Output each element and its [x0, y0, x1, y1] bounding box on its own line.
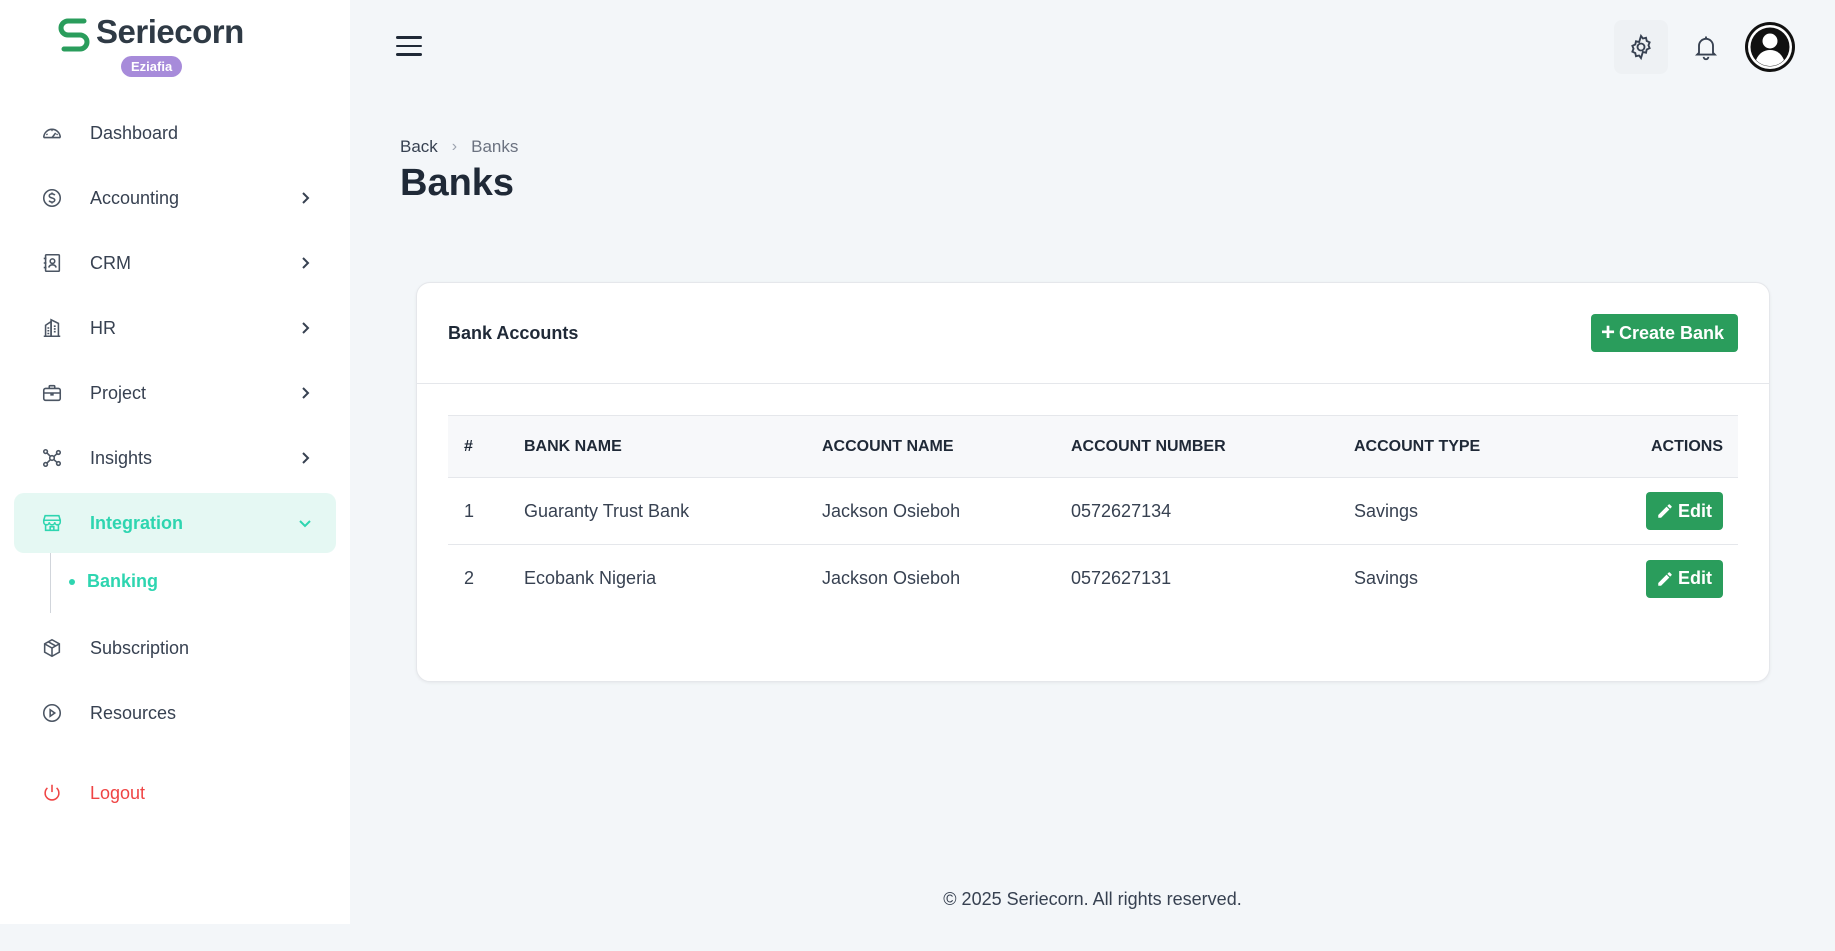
account-name-cell: Jackson Osieboh — [822, 500, 961, 521]
sidebar-item-subscription[interactable]: Subscription — [14, 618, 336, 678]
sidebar-item-crm[interactable]: CRM — [14, 233, 336, 293]
card-header: Bank Accounts + Create Bank — [417, 283, 1769, 384]
sidebar-item-accounting[interactable]: Accounting — [14, 168, 336, 228]
page-title: Banks — [400, 162, 515, 204]
chevron-right-icon — [298, 386, 312, 400]
chevron-right-icon — [298, 321, 312, 335]
sidebar: Seriecorn Eziafia Dashboard Accounting C… — [0, 0, 350, 924]
column-header: # — [464, 437, 473, 455]
logout-label: Logout — [90, 782, 146, 803]
column-header: ACCOUNT TYPE — [1354, 437, 1481, 455]
column-header: ACCOUNT NAME — [822, 437, 954, 455]
sidebar-item-insights[interactable]: Insights — [14, 428, 336, 488]
edit-button[interactable]: Edit — [1646, 492, 1723, 530]
account-type-cell: Savings — [1354, 568, 1419, 588]
column-header: ACTIONS — [1651, 437, 1723, 455]
gear-icon — [1631, 33, 1651, 61]
store-icon — [40, 511, 64, 535]
sidebar-item-resources[interactable]: Resources — [14, 683, 336, 743]
sidebar-item-label: HR — [90, 317, 116, 338]
gauge-icon — [40, 121, 64, 145]
briefcase-icon — [40, 381, 64, 405]
logout-button[interactable]: Logout — [14, 763, 336, 823]
account-number-cell: 0572627131 — [1071, 568, 1172, 588]
brand-name: Seriecorn — [96, 13, 244, 50]
table-row: 1 Guaranty Trust Bank Jackson Osieboh 05… — [448, 478, 1738, 545]
actions-cell: Edit — [1554, 492, 1738, 530]
pencil-icon — [1658, 504, 1672, 518]
power-icon — [40, 781, 64, 805]
sidebar-item-label: Project — [90, 382, 147, 403]
sidebar-item-label: Subscription — [90, 637, 190, 658]
card-title: Bank Accounts — [448, 322, 579, 343]
table-header-row: # BANK NAME ACCOUNT NAME ACCOUNT NUMBER … — [448, 416, 1738, 478]
row-number: 2 — [464, 568, 475, 588]
account-type-cell: Savings — [1354, 500, 1419, 521]
chevron-right-icon — [298, 451, 312, 465]
settings-button[interactable] — [1614, 20, 1668, 74]
play-circle-icon — [40, 701, 64, 725]
table-row: 2 Ecobank Nigeria Jackson Osieboh 057262… — [448, 545, 1738, 612]
sidebar-item-label: Resources — [90, 702, 177, 723]
breadcrumb-back-link[interactable]: Back — [400, 137, 438, 157]
chevron-right-icon: › — [451, 138, 458, 155]
bell-icon — [1694, 36, 1718, 61]
brand-logo[interactable]: Seriecorn — [54, 12, 244, 52]
edit-label: Edit — [1678, 568, 1712, 588]
actions-cell: Edit — [1554, 559, 1738, 598]
chevron-right-icon — [298, 191, 312, 205]
row-number: 1 — [464, 500, 475, 521]
package-icon — [40, 636, 64, 660]
breadcrumb: Back › Banks — [400, 137, 518, 157]
hamburger-icon[interactable] — [396, 36, 422, 58]
sidebar-item-dashboard[interactable]: Dashboard — [14, 103, 336, 163]
org-badge: Eziafia — [121, 56, 183, 77]
sidebar-item-label: Insights — [90, 447, 153, 468]
dollar-circle-icon — [40, 186, 64, 210]
footer-copyright: © 2025 Seriecorn. All rights reserved. — [943, 889, 1242, 909]
column-header: ACCOUNT NUMBER — [1071, 437, 1226, 455]
sidebar-item-label: Integration — [90, 512, 183, 533]
column-header: BANK NAME — [524, 437, 622, 455]
create-bank-label: Create Bank — [1618, 322, 1724, 343]
sidebar-nav: Dashboard Accounting CRM HR Project Insi… — [14, 103, 336, 828]
sidebar-subitem-banking[interactable]: Banking — [69, 571, 158, 592]
sidebar-item-label: Dashboard — [90, 122, 179, 143]
chevron-right-icon — [298, 256, 312, 270]
plus-icon: + — [1600, 319, 1615, 346]
sidebar-item-integration[interactable]: Integration — [14, 493, 336, 553]
sidebar-item-label: Accounting — [90, 187, 180, 208]
pencil-icon — [1658, 571, 1672, 586]
contact-book-icon — [40, 251, 64, 275]
seriecorn-logo-icon — [58, 18, 90, 52]
edit-label: Edit — [1678, 500, 1712, 521]
bank-accounts-card: Bank Accounts + Create Bank # BANK NAME … — [416, 282, 1770, 682]
bank-name-cell: Ecobank Nigeria — [524, 568, 657, 588]
user-avatar-icon[interactable] — [1745, 22, 1795, 72]
topbar-actions — [1603, 20, 1795, 74]
sidebar-subitem-label: Banking — [87, 571, 159, 591]
create-bank-button[interactable]: + Create Bank — [1590, 314, 1738, 352]
chevron-down-icon — [298, 516, 312, 530]
active-dot-icon — [69, 578, 75, 585]
account-number-cell: 0572627134 — [1071, 500, 1172, 521]
banks-table: # BANK NAME ACCOUNT NAME ACCOUNT NUMBER … — [448, 415, 1738, 612]
breadcrumb-current: Banks — [471, 137, 519, 156]
sidebar-item-hr[interactable]: HR — [14, 298, 336, 358]
edit-button[interactable]: Edit — [1646, 559, 1723, 598]
integration-subnav: Banking — [50, 553, 336, 613]
sidebar-item-label: CRM — [90, 252, 131, 273]
notifications-button[interactable] — [1679, 20, 1733, 74]
sidebar-item-project[interactable]: Project — [14, 363, 336, 423]
network-icon — [40, 446, 64, 470]
building-icon — [40, 316, 64, 340]
bank-name-cell: Guaranty Trust Bank — [524, 500, 690, 521]
account-name-cell: Jackson Osieboh — [822, 568, 961, 588]
